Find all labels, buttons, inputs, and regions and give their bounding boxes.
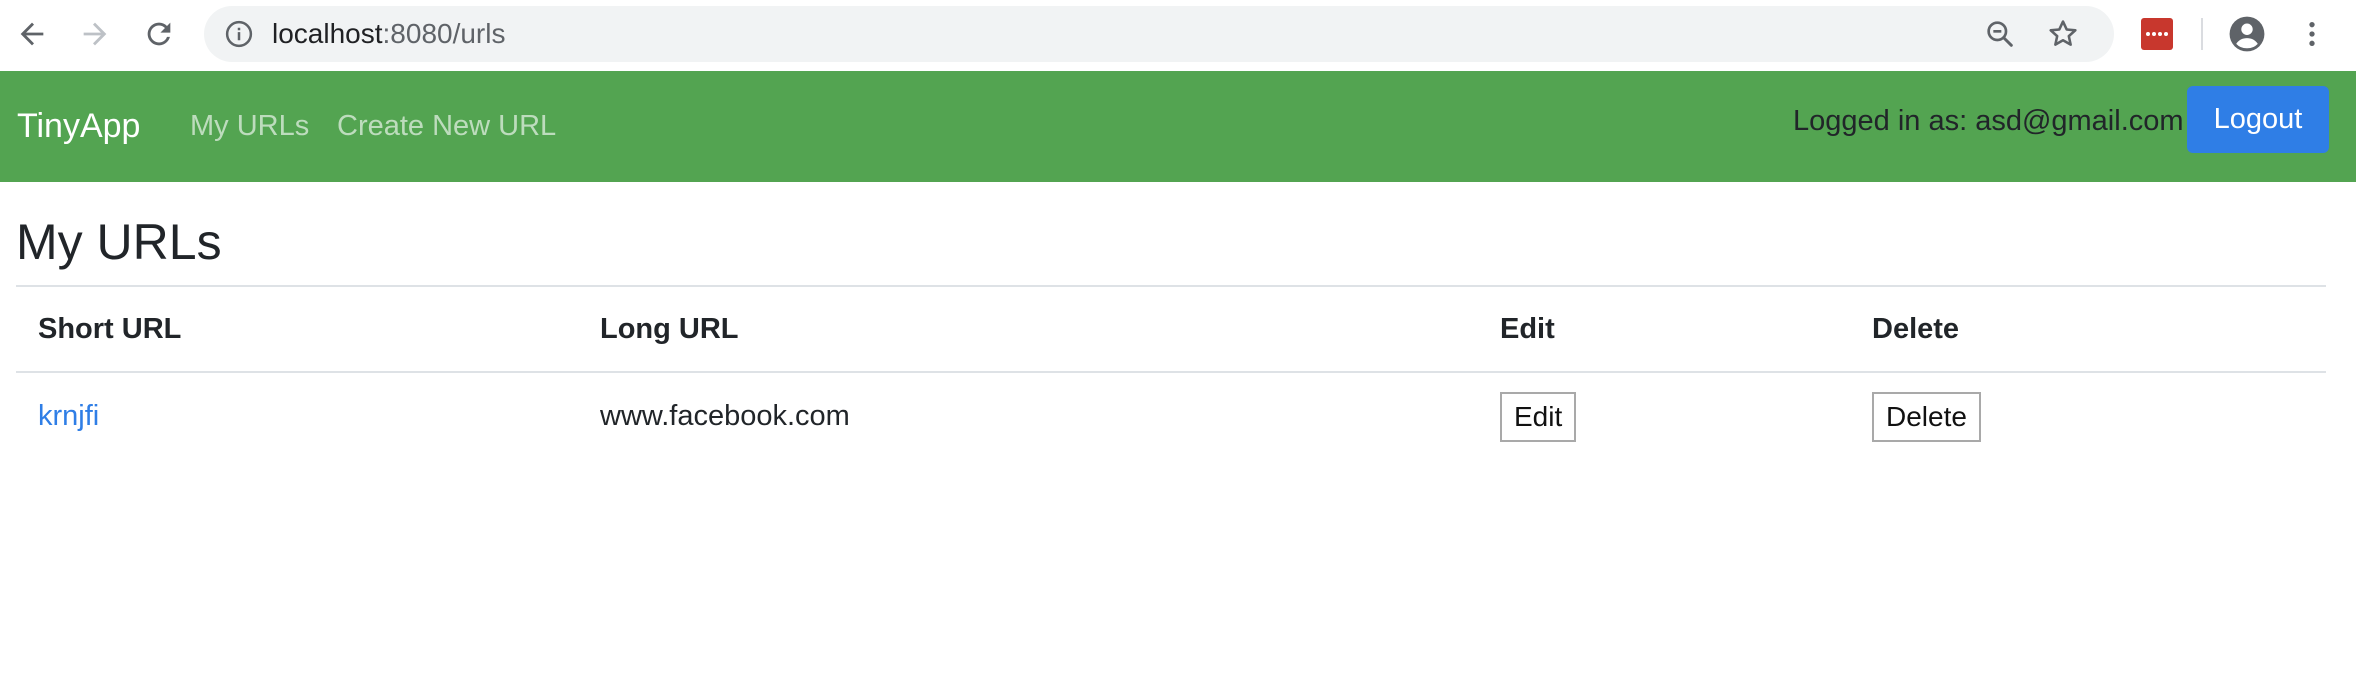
table-header-row: Short URL Long URL Edit Delete [16,286,2326,372]
urls-table: Short URL Long URL Edit Delete krnjfi ww… [16,285,2326,460]
account-icon[interactable] [2228,15,2266,53]
star-icon[interactable] [2046,17,2080,51]
extension-icon[interactable] [2141,18,2173,50]
logout-button[interactable]: Logout [2187,86,2329,153]
page-title: My URLs [16,214,222,270]
address-url[interactable]: localhost:8080/urls [272,6,505,62]
edit-button[interactable]: Edit [1500,391,1577,442]
zoom-out-icon[interactable] [1984,18,2016,50]
nav-my-urls[interactable]: My URLs [190,71,309,182]
app-navbar: TinyApp My URLs Create New URL Logged in… [0,71,2356,182]
delete-button[interactable]: Delete [1872,391,1981,442]
menu-icon[interactable] [2296,15,2328,53]
logged-in-status: Logged in as: asd@gmail.com [1793,105,2184,137]
edit-cell: Edit [1478,372,1850,460]
browser-toolbar: localhost:8080/urls [0,0,2356,71]
header-delete: Delete [1872,312,1960,345]
url-host: localhost [272,18,383,49]
header-edit: Edit [1500,312,1555,345]
long-url-cell: www.facebook.com [600,400,850,432]
back-arrow-icon[interactable] [10,12,54,56]
url-path: :8080/urls [382,18,506,49]
short-url-link[interactable]: krnjfi [38,400,99,432]
short-url-cell: krnjfi [16,372,578,460]
header-short-url: Short URL [38,312,182,345]
reload-icon[interactable] [137,12,181,56]
info-icon[interactable] [224,19,254,49]
forward-arrow-icon[interactable] [73,12,117,56]
toolbar-divider [2201,18,2203,50]
header-long-url: Long URL [600,312,739,345]
brand-link[interactable]: TinyApp [17,71,140,182]
nav-create-new-url[interactable]: Create New URL [337,71,556,182]
table-row: krnjfi www.facebook.com Edit Delete [16,372,2326,460]
delete-cell: Delete [1850,372,2326,460]
address-bar[interactable]: localhost:8080/urls [204,6,2114,62]
